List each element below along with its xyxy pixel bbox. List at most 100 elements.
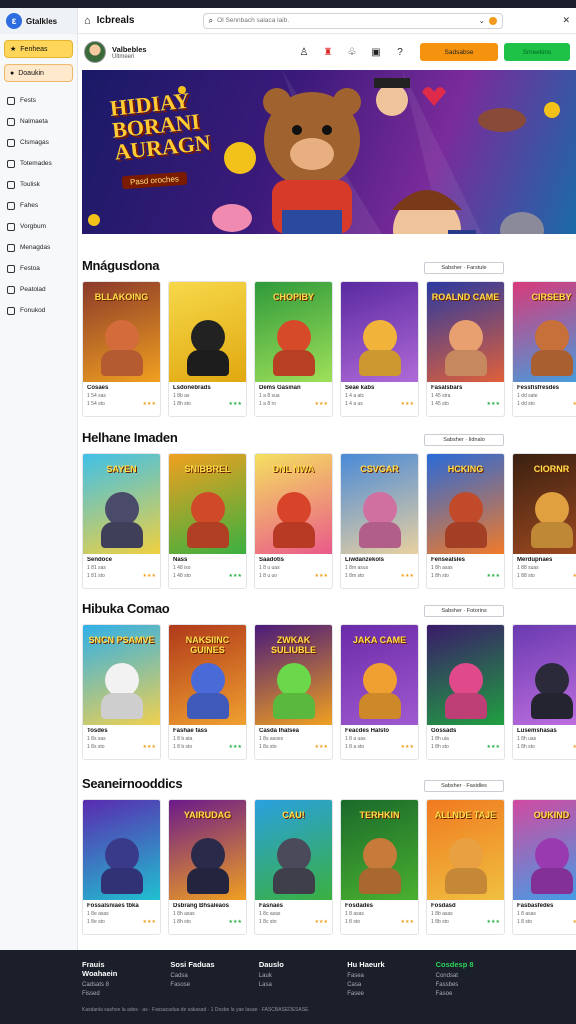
game-card[interactable]: CAU! Fasnaes 1 8c asas 1 8c sto ★★★ — [254, 799, 333, 935]
game-card[interactable]: Seae kabs 1 4 a atc 1 4 a us ★★★ — [340, 281, 419, 417]
see-all-button[interactable]: Sabsher · Fasidles — [424, 780, 504, 792]
sidebar-item[interactable]: Totemades — [0, 153, 77, 174]
sidebar-primary-button[interactable]: ★ Fenheas — [4, 40, 73, 58]
game-thumbnail[interactable]: DNL NWA — [255, 454, 332, 554]
user-icon[interactable]: ♙ — [298, 46, 310, 58]
footer-link[interactable]: Lauk — [259, 973, 317, 979]
game-card[interactable]: JAKA CAME Feacdes Halsto 1 8 a uas 1 8 a st… — [340, 624, 419, 760]
game-card[interactable]: SNIBBREL Nass 1 48 iso 1 48 sto ★★★ — [168, 453, 247, 589]
sidebar-item[interactable]: Fahes — [0, 195, 77, 216]
game-card[interactable]: YAIRUDAG Dsbrang Bhsaleaos 1 8h asas 1 8h s… — [168, 799, 247, 935]
sidebar-item[interactable]: Peatolad — [0, 279, 77, 300]
app-logo[interactable]: ε Gtalkles — [0, 8, 77, 34]
game-card[interactable]: DNL NWA Saadotis 1 8 u uas 1 8 u uo ★★★ — [254, 453, 333, 589]
game-thumbnail[interactable]: SAYEN — [83, 454, 160, 554]
game-thumbnail[interactable]: JAKA CAME — [341, 625, 418, 725]
search-input[interactable] — [217, 17, 475, 24]
character-art — [277, 663, 311, 697]
game-thumbnail[interactable]: NAKSIINC GUINES — [169, 625, 246, 725]
game-card[interactable]: CIORNR Merdupnaes 1 88 suas 1 88 sto ★★★ — [512, 453, 576, 589]
game-card[interactable]: CHOPIBY Dems Gasinan 1 a 8 sua 1 a 8 ro ★★★ — [254, 281, 333, 417]
game-card[interactable]: SNCN PSAMVE Tosdes 1 8s sas 1 8s sto ★★★ — [82, 624, 161, 760]
footer-link[interactable]: Cadsa — [170, 973, 228, 979]
sidebar-item[interactable]: Festoa — [0, 258, 77, 279]
game-card[interactable]: Gossads 1 8h uia 1 8h sto ★★★ — [426, 624, 505, 760]
game-thumbnail[interactable] — [427, 625, 504, 725]
sidebar-item[interactable]: Menagdas — [0, 237, 77, 258]
footer-link[interactable]: Fasea — [347, 973, 405, 979]
game-thumbnail[interactable]: CIORNR — [513, 454, 576, 554]
game-thumbnail[interactable]: SNCN PSAMVE — [83, 625, 160, 725]
see-all-button[interactable]: Sabsher · Fotorins — [424, 605, 504, 617]
game-card[interactable]: HCKING Fensealsles 1 8h asas 1 8h sto ★★★ — [426, 453, 505, 589]
footer-link[interactable]: Fassbes — [436, 982, 494, 988]
chevron-down-icon[interactable]: ⌄ — [479, 17, 485, 25]
sidebar-item[interactable]: Vorgbum — [0, 216, 77, 237]
game-card[interactable]: NAKSIINC GUINES Fashae fass 1 8 b ata 1 8 b… — [168, 624, 247, 760]
sidebar-item[interactable]: Fonukod — [0, 300, 77, 321]
sidebar-item[interactable]: Nalmaeta — [0, 111, 77, 132]
game-thumbnail[interactable]: HCKING — [427, 454, 504, 554]
close-icon[interactable]: ✕ — [562, 15, 570, 26]
search-bar[interactable]: ⌕ ⌄ — [202, 12, 503, 29]
game-thumbnail[interactable]: BLLAKOING — [83, 282, 160, 382]
game-card[interactable]: ALLNDE TAJE Fosdasd 1 8b asas 1 8b sto ★★★ — [426, 799, 505, 935]
card-meta: Dems Gasinan 1 a 8 sua 1 a 8 ro ★★★ — [255, 382, 332, 410]
game-card[interactable]: Lsdonebrads 1 8b as 1 8h sto ★★★ — [168, 281, 247, 417]
game-card[interactable]: ZWKAK SULIUBLE Casda Ihalsea 1 8s asoes 1 8… — [254, 624, 333, 760]
game-card[interactable]: CIRSEBY Fessfisfresdes 1 dd sate 1 dd sto ★★… — [512, 281, 576, 417]
rating-stars-icon: ★★★ — [486, 573, 500, 579]
notification-icon[interactable]: ♜ — [322, 46, 334, 58]
lock-icon[interactable]: ▣ — [370, 46, 382, 58]
sidebar-item[interactable]: Fests — [0, 90, 77, 111]
game-card[interactable]: CSVGAR Liwdanzekols 1 8m asus 1 8m sto ★★★ — [340, 453, 419, 589]
game-card[interactable]: ROALND CAME Fasalsbars 1 45 stra 1 45 sto ★★… — [426, 281, 505, 417]
game-card[interactable]: Lusemshasas 1 8h uas 1 8h sto ★★★ — [512, 624, 576, 760]
avatar[interactable] — [84, 41, 106, 63]
sidebar-item[interactable]: Clsmagas — [0, 132, 77, 153]
game-thumbnail[interactable]: CIRSEBY — [513, 282, 576, 382]
footer-link[interactable]: Casa — [347, 982, 405, 988]
footer-link[interactable]: Cadsats 8 — [82, 982, 140, 988]
game-thumbnail[interactable] — [513, 625, 576, 725]
footer-link[interactable]: Fasee — [347, 991, 405, 997]
game-card[interactable]: TERHKIN Fosdades 1 8 asas 1 8 sto ★★★ — [340, 799, 419, 935]
game-thumbnail[interactable]: ALLNDE TAJE — [427, 800, 504, 900]
home-icon[interactable]: ⌂ — [84, 15, 91, 27]
game-thumbnail[interactable]: YAIRUDAG — [169, 800, 246, 900]
game-card[interactable]: BLLAKOING Cosaes 1 54 sas 1 54 sto ★★★ — [82, 281, 161, 417]
game-thumbnail[interactable]: SNIBBREL — [169, 454, 246, 554]
footer-link[interactable]: Fasose — [170, 982, 228, 988]
hero-banner[interactable]: HIDIAY BORANI AURAGN Pasd oroches — [82, 70, 576, 234]
green-action-button[interactable]: Smeekins — [504, 43, 570, 61]
game-thumbnail[interactable]: OUKIND — [513, 800, 576, 900]
game-title: Casda Ihalsea — [259, 728, 300, 734]
game-thumbnail[interactable]: CSVGAR — [341, 454, 418, 554]
sidebar-item[interactable]: Toulisk — [0, 174, 77, 195]
search-submit-icon[interactable] — [488, 16, 497, 25]
game-thumbnail[interactable] — [169, 282, 246, 382]
puzzle-icon[interactable]: ♧ — [346, 46, 358, 58]
game-thumbnail[interactable]: CAU! — [255, 800, 332, 900]
see-all-button[interactable]: Sabsher · Farstule — [424, 262, 504, 274]
thumbnail-title: YAIRUDAG — [183, 810, 232, 820]
sidebar-secondary-button[interactable]: ● Doaukin — [4, 64, 73, 82]
see-all-button[interactable]: Sabsher · Iidnalo — [424, 434, 504, 446]
orange-action-button[interactable]: Sadsabse — [420, 43, 498, 61]
game-thumbnail[interactable]: ROALND CAME — [427, 282, 504, 382]
help-icon[interactable]: ? — [394, 46, 406, 58]
footer-link[interactable]: Lasa — [259, 982, 317, 988]
game-thumbnail[interactable]: ZWKAK SULIUBLE — [255, 625, 332, 725]
footer-link[interactable]: Fasoe — [436, 991, 494, 997]
game-thumbnail[interactable]: CHOPIBY — [255, 282, 332, 382]
game-thumbnail[interactable] — [341, 282, 418, 382]
game-row: Fossalsniaes tbka 1 8e asas 1 8e sto ★★★ YAI… — [82, 799, 576, 937]
footer-link[interactable]: Fissed — [82, 991, 140, 997]
game-card[interactable]: SAYEN Sendoce 1 81 sas 1 81 sto ★★★ — [82, 453, 161, 589]
game-card[interactable]: Fossalsniaes tbka 1 8e asas 1 8e sto ★★★ — [82, 799, 161, 935]
game-thumbnail[interactable] — [83, 800, 160, 900]
game-thumbnail[interactable]: TERHKIN — [341, 800, 418, 900]
footer-link[interactable]: Condsat — [436, 973, 494, 979]
thumbnail-title: CSVGAR — [360, 464, 399, 474]
game-card[interactable]: OUKIND Fasbasfedes 1 8 asas 1 8 sto ★★★ — [512, 799, 576, 935]
